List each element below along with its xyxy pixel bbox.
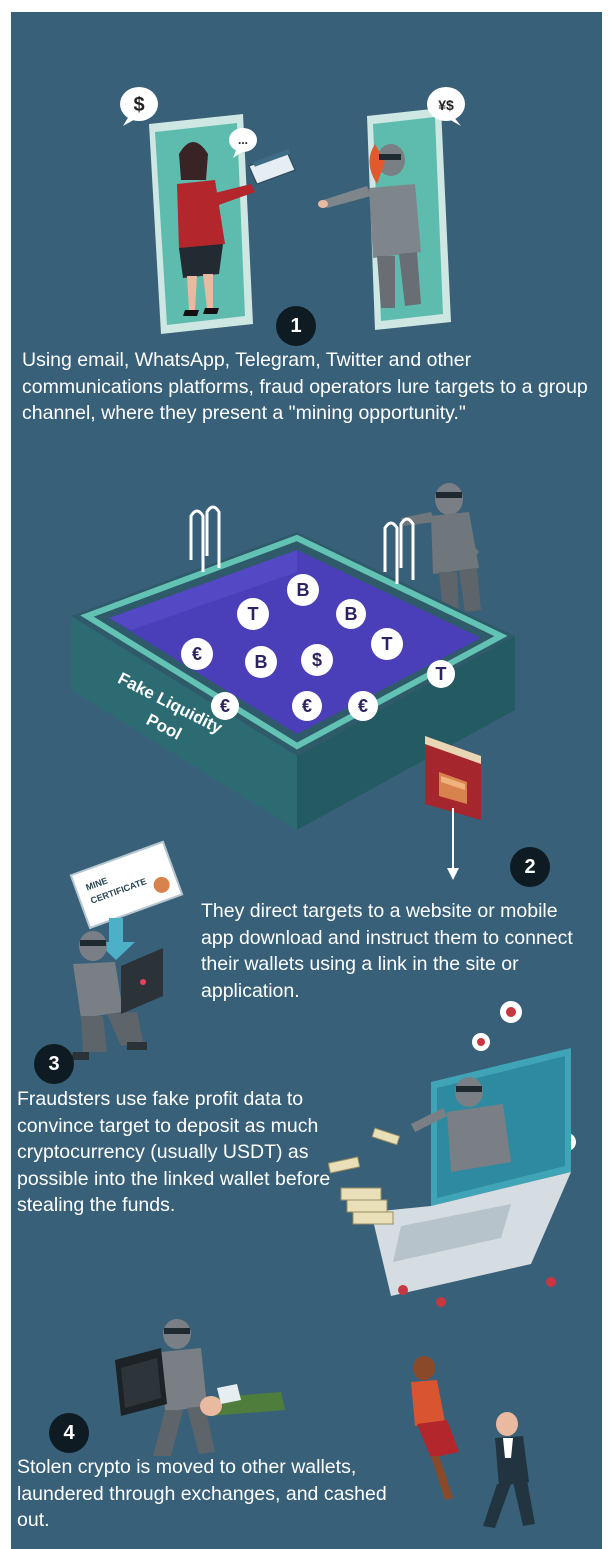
svg-text:€: € (358, 696, 368, 716)
step-2-badge: 2 (510, 847, 550, 887)
phones-illustration: $ ... ¥$ (120, 87, 465, 334)
svg-text:T: T (248, 604, 259, 624)
step-2-text: They direct targets to a website or mobi… (201, 900, 573, 1002)
thief-with-wallet (115, 1319, 285, 1456)
coin: B (336, 599, 366, 629)
step-1-badge: 1 (276, 306, 316, 346)
step-4-text: Stolen crypto is moved to other wallets,… (17, 1456, 387, 1531)
coin: T (427, 660, 455, 688)
svg-text:B: B (297, 580, 310, 600)
svg-text:B: B (255, 652, 268, 672)
ladder-left (189, 505, 221, 572)
illustration-layer: $ ... ¥$ B T B T € B $ T € € € Fake Liqu… (69, 87, 576, 1528)
infographic-panel: $ ... ¥$ B T B T € B $ T € € € Fake Liqu… (11, 12, 602, 1549)
ladder-right (383, 517, 415, 584)
step-1-text: Using email, WhatsApp, Telegram, Twitter… (22, 349, 588, 424)
coin: T (371, 628, 403, 660)
right-phone (318, 108, 451, 330)
bubble-text-3: ¥$ (438, 97, 454, 113)
hacker-with-certificate: MINE CERTIFICATE (69, 840, 184, 1060)
bubble-text-1: $ (133, 94, 144, 116)
svg-text:€: € (302, 696, 312, 716)
svg-text:T: T (382, 634, 393, 654)
svg-text:€: € (192, 644, 202, 664)
svg-text:€: € (220, 696, 230, 716)
step-4-badge: 4 (49, 1413, 89, 1453)
running-people (411, 1356, 535, 1528)
svg-text:$: $ (312, 650, 322, 670)
coin: € (181, 638, 213, 670)
coin: $ (301, 644, 333, 676)
svg-text:B: B (345, 604, 358, 624)
bubble-text-2: ... (238, 133, 248, 147)
coin: € (348, 691, 378, 721)
coin: T (237, 598, 269, 630)
step-3-text: Fraudsters use fake profit data to convi… (17, 1088, 331, 1216)
coin: € (292, 691, 322, 721)
step-3-badge: 3 (34, 1044, 74, 1084)
svg-text:T: T (436, 664, 447, 684)
coin: B (287, 574, 319, 606)
website-sign (425, 736, 481, 880)
page-frame: $ ... ¥$ B T B T € B $ T € € € Fake Liqu… (0, 0, 610, 1549)
coin: B (245, 646, 277, 678)
